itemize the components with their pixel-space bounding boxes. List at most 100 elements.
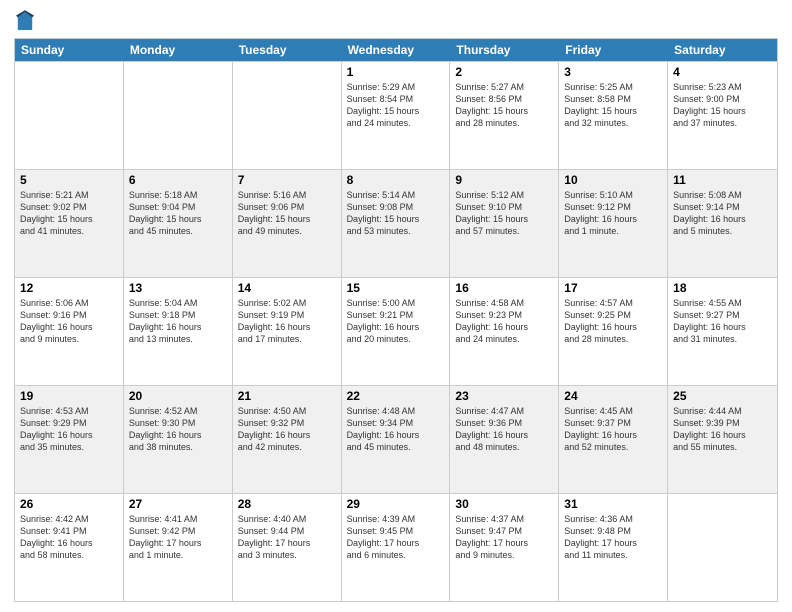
cell-info: Sunrise: 4:45 AM Sunset: 9:37 PM Dayligh… <box>564 405 662 454</box>
header-day-wednesday: Wednesday <box>342 39 451 61</box>
cell-info: Sunrise: 4:55 AM Sunset: 9:27 PM Dayligh… <box>673 297 772 346</box>
day-number: 13 <box>129 281 227 295</box>
day-number: 27 <box>129 497 227 511</box>
cal-cell <box>124 62 233 169</box>
day-number: 7 <box>238 173 336 187</box>
header-day-friday: Friday <box>559 39 668 61</box>
cal-cell: 10 Sunrise: 5:10 AM Sunset: 9:12 PM Dayli… <box>559 170 668 277</box>
cell-info: Sunrise: 5:04 AM Sunset: 9:18 PM Dayligh… <box>129 297 227 346</box>
cell-info: Sunrise: 5:16 AM Sunset: 9:06 PM Dayligh… <box>238 189 336 238</box>
day-number: 5 <box>20 173 118 187</box>
cell-info: Sunrise: 5:06 AM Sunset: 9:16 PM Dayligh… <box>20 297 118 346</box>
cell-info: Sunrise: 5:18 AM Sunset: 9:04 PM Dayligh… <box>129 189 227 238</box>
cal-cell: 16 Sunrise: 4:58 AM Sunset: 9:23 PM Dayli… <box>450 278 559 385</box>
cell-info: Sunrise: 4:47 AM Sunset: 9:36 PM Dayligh… <box>455 405 553 454</box>
cal-cell: 30 Sunrise: 4:37 AM Sunset: 9:47 PM Dayli… <box>450 494 559 601</box>
cal-cell: 11 Sunrise: 5:08 AM Sunset: 9:14 PM Dayli… <box>668 170 777 277</box>
calendar-header-row: SundayMondayTuesdayWednesdayThursdayFrid… <box>15 39 777 61</box>
cal-cell: 21 Sunrise: 4:50 AM Sunset: 9:32 PM Dayli… <box>233 386 342 493</box>
day-number: 24 <box>564 389 662 403</box>
week-row-3: 19Sunrise: 4:53 AM Sunset: 9:29 PM Dayli… <box>15 385 777 493</box>
cell-info: Sunrise: 5:08 AM Sunset: 9:14 PM Dayligh… <box>673 189 772 238</box>
cell-info: Sunrise: 4:44 AM Sunset: 9:39 PM Dayligh… <box>673 405 772 454</box>
cal-cell: 18 Sunrise: 4:55 AM Sunset: 9:27 PM Dayli… <box>668 278 777 385</box>
day-number: 30 <box>455 497 553 511</box>
cal-cell: 24 Sunrise: 4:45 AM Sunset: 9:37 PM Dayli… <box>559 386 668 493</box>
day-number: 17 <box>564 281 662 295</box>
cal-cell <box>668 494 777 601</box>
cal-cell <box>233 62 342 169</box>
day-number: 23 <box>455 389 553 403</box>
day-number: 10 <box>564 173 662 187</box>
cal-cell: 23 Sunrise: 4:47 AM Sunset: 9:36 PM Dayli… <box>450 386 559 493</box>
day-number: 25 <box>673 389 772 403</box>
cell-info: Sunrise: 4:52 AM Sunset: 9:30 PM Dayligh… <box>129 405 227 454</box>
cell-info: Sunrise: 5:00 AM Sunset: 9:21 PM Dayligh… <box>347 297 445 346</box>
day-number: 22 <box>347 389 445 403</box>
cal-cell <box>15 62 124 169</box>
cal-cell: 14 Sunrise: 5:02 AM Sunset: 9:19 PM Dayli… <box>233 278 342 385</box>
cal-cell: 9 Sunrise: 5:12 AM Sunset: 9:10 PM Daylig… <box>450 170 559 277</box>
cell-info: Sunrise: 5:12 AM Sunset: 9:10 PM Dayligh… <box>455 189 553 238</box>
cal-cell: 13 Sunrise: 5:04 AM Sunset: 9:18 PM Dayli… <box>124 278 233 385</box>
cal-cell: 7 Sunrise: 5:16 AM Sunset: 9:06 PM Daylig… <box>233 170 342 277</box>
cal-cell: 1Sunrise: 5:29 AM Sunset: 8:54 PM Daylig… <box>342 62 451 169</box>
cal-cell: 26 Sunrise: 4:42 AM Sunset: 9:41 PM Dayli… <box>15 494 124 601</box>
calendar-page: SundayMondayTuesdayWednesdayThursdayFrid… <box>0 0 792 612</box>
cell-info: Sunrise: 4:58 AM Sunset: 9:23 PM Dayligh… <box>455 297 553 346</box>
cell-info: Sunrise: 5:29 AM Sunset: 8:54 PM Dayligh… <box>347 81 445 130</box>
cal-cell: 22Sunrise: 4:48 AM Sunset: 9:34 PM Dayli… <box>342 386 451 493</box>
day-number: 21 <box>238 389 336 403</box>
header-day-monday: Monday <box>124 39 233 61</box>
cell-info: Sunrise: 5:25 AM Sunset: 8:58 PM Dayligh… <box>564 81 662 130</box>
day-number: 11 <box>673 173 772 187</box>
cell-info: Sunrise: 4:57 AM Sunset: 9:25 PM Dayligh… <box>564 297 662 346</box>
day-number: 4 <box>673 65 772 79</box>
cal-cell: 5 Sunrise: 5:21 AM Sunset: 9:02 PM Daylig… <box>15 170 124 277</box>
day-number: 3 <box>564 65 662 79</box>
cal-cell: 28Sunrise: 4:40 AM Sunset: 9:44 PM Dayli… <box>233 494 342 601</box>
cell-info: Sunrise: 5:23 AM Sunset: 9:00 PM Dayligh… <box>673 81 772 130</box>
logo <box>14 10 38 32</box>
cal-cell: 17 Sunrise: 4:57 AM Sunset: 9:25 PM Dayli… <box>559 278 668 385</box>
cal-cell: 29Sunrise: 4:39 AM Sunset: 9:45 PM Dayli… <box>342 494 451 601</box>
header <box>14 10 778 32</box>
week-row-0: 1Sunrise: 5:29 AM Sunset: 8:54 PM Daylig… <box>15 61 777 169</box>
day-number: 15 <box>347 281 445 295</box>
cell-info: Sunrise: 5:14 AM Sunset: 9:08 PM Dayligh… <box>347 189 445 238</box>
cell-info: Sunrise: 4:41 AM Sunset: 9:42 PM Dayligh… <box>129 513 227 562</box>
cell-info: Sunrise: 4:36 AM Sunset: 9:48 PM Dayligh… <box>564 513 662 562</box>
day-number: 8 <box>347 173 445 187</box>
day-number: 28 <box>238 497 336 511</box>
cell-info: Sunrise: 5:27 AM Sunset: 8:56 PM Dayligh… <box>455 81 553 130</box>
cal-cell: 15 Sunrise: 5:00 AM Sunset: 9:21 PM Dayli… <box>342 278 451 385</box>
cell-info: Sunrise: 5:21 AM Sunset: 9:02 PM Dayligh… <box>20 189 118 238</box>
day-number: 6 <box>129 173 227 187</box>
day-number: 18 <box>673 281 772 295</box>
cal-cell: 8 Sunrise: 5:14 AM Sunset: 9:08 PM Daylig… <box>342 170 451 277</box>
calendar: SundayMondayTuesdayWednesdayThursdayFrid… <box>14 38 778 602</box>
logo-text <box>14 10 36 32</box>
cal-cell: 4 Sunrise: 5:23 AM Sunset: 9:00 PM Daylig… <box>668 62 777 169</box>
header-day-saturday: Saturday <box>668 39 777 61</box>
cal-cell: 25 Sunrise: 4:44 AM Sunset: 9:39 PM Dayli… <box>668 386 777 493</box>
week-row-4: 26 Sunrise: 4:42 AM Sunset: 9:41 PM Dayli… <box>15 493 777 601</box>
cell-info: Sunrise: 4:42 AM Sunset: 9:41 PM Dayligh… <box>20 513 118 562</box>
cell-info: Sunrise: 4:50 AM Sunset: 9:32 PM Dayligh… <box>238 405 336 454</box>
cell-info: Sunrise: 4:53 AM Sunset: 9:29 PM Dayligh… <box>20 405 118 454</box>
header-day-thursday: Thursday <box>450 39 559 61</box>
day-number: 29 <box>347 497 445 511</box>
header-day-sunday: Sunday <box>15 39 124 61</box>
cell-info: Sunrise: 4:37 AM Sunset: 9:47 PM Dayligh… <box>455 513 553 562</box>
cal-cell: 2Sunrise: 5:27 AM Sunset: 8:56 PM Daylig… <box>450 62 559 169</box>
day-number: 14 <box>238 281 336 295</box>
cal-cell: 12Sunrise: 5:06 AM Sunset: 9:16 PM Dayli… <box>15 278 124 385</box>
day-number: 16 <box>455 281 553 295</box>
cal-cell: 27 Sunrise: 4:41 AM Sunset: 9:42 PM Dayli… <box>124 494 233 601</box>
week-row-1: 5 Sunrise: 5:21 AM Sunset: 9:02 PM Daylig… <box>15 169 777 277</box>
cal-cell: 19Sunrise: 4:53 AM Sunset: 9:29 PM Dayli… <box>15 386 124 493</box>
day-number: 26 <box>20 497 118 511</box>
cell-info: Sunrise: 5:02 AM Sunset: 9:19 PM Dayligh… <box>238 297 336 346</box>
day-number: 9 <box>455 173 553 187</box>
cell-info: Sunrise: 5:10 AM Sunset: 9:12 PM Dayligh… <box>564 189 662 238</box>
